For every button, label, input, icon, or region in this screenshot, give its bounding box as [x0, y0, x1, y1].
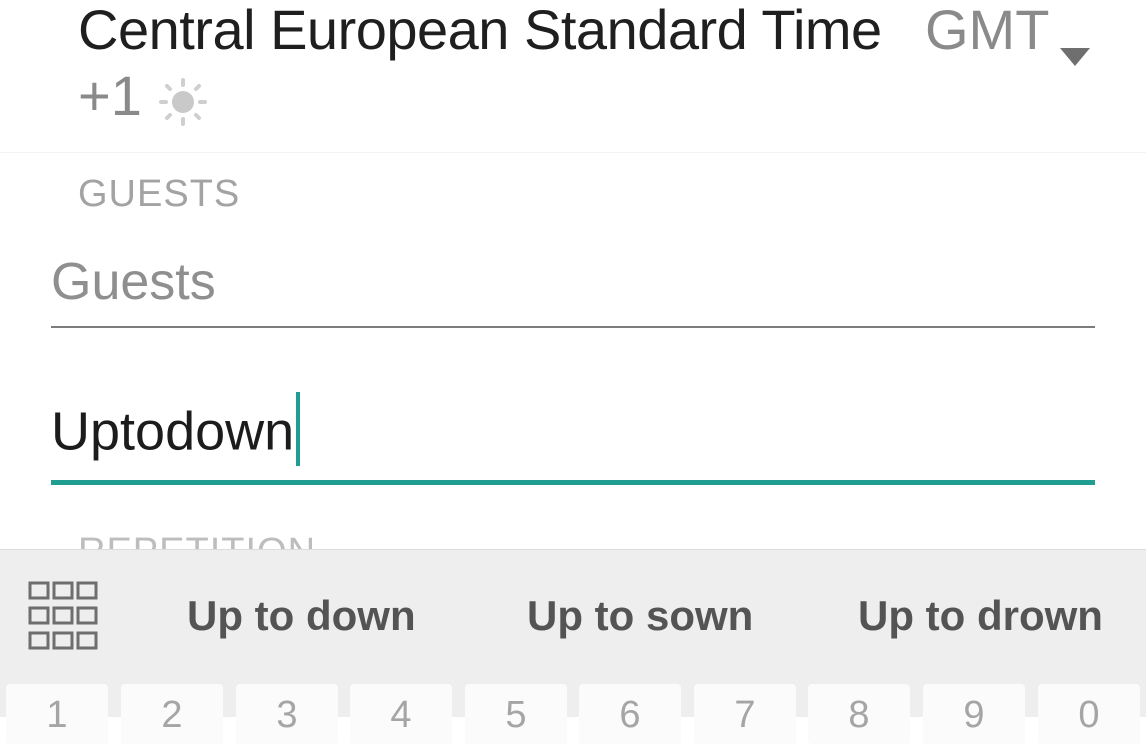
soft-keyboard: Up to down Up to sown Up to drown 1 2 3 …: [0, 549, 1146, 744]
guests-section-label: GUESTS: [78, 173, 241, 215]
text-cursor: [296, 392, 301, 466]
timezone-name: Central European Standard Time: [78, 0, 882, 61]
key-9[interactable]: 9: [923, 684, 1025, 744]
key-6[interactable]: 6: [579, 684, 681, 744]
sun-icon: [159, 78, 207, 126]
key-7[interactable]: 7: [694, 684, 796, 744]
guest-entry-value[interactable]: Uptodown: [51, 392, 301, 472]
key-1[interactable]: 1: [6, 684, 108, 744]
dropdown-arrow-icon[interactable]: [1060, 48, 1090, 66]
guests-input[interactable]: [51, 250, 1095, 314]
number-key-row: 1 2 3 4 5 6 7 8 9 0: [0, 684, 1146, 744]
key-0[interactable]: 0: [1038, 684, 1140, 744]
suggestion-1[interactable]: Up to down: [187, 588, 416, 644]
key-3[interactable]: 3: [236, 684, 338, 744]
grid-icon[interactable]: [27, 580, 99, 652]
section-divider: [0, 152, 1146, 153]
timezone-offset: +1: [78, 64, 142, 127]
suggestion-3[interactable]: Up to drown: [858, 588, 1103, 644]
key-2[interactable]: 2: [121, 684, 223, 744]
suggestion-2[interactable]: Up to sown: [527, 588, 753, 644]
key-4[interactable]: 4: [350, 684, 452, 744]
timezone-gmt-label: GMT: [925, 0, 1050, 61]
key-8[interactable]: 8: [808, 684, 910, 744]
key-5[interactable]: 5: [465, 684, 567, 744]
guest-entry-text: Uptodown: [51, 401, 295, 462]
guest-entry-field[interactable]: Uptodown: [51, 390, 1095, 485]
guests-field[interactable]: [51, 250, 1095, 328]
suggestion-bar: Up to down Up to sown Up to drown: [0, 550, 1146, 680]
